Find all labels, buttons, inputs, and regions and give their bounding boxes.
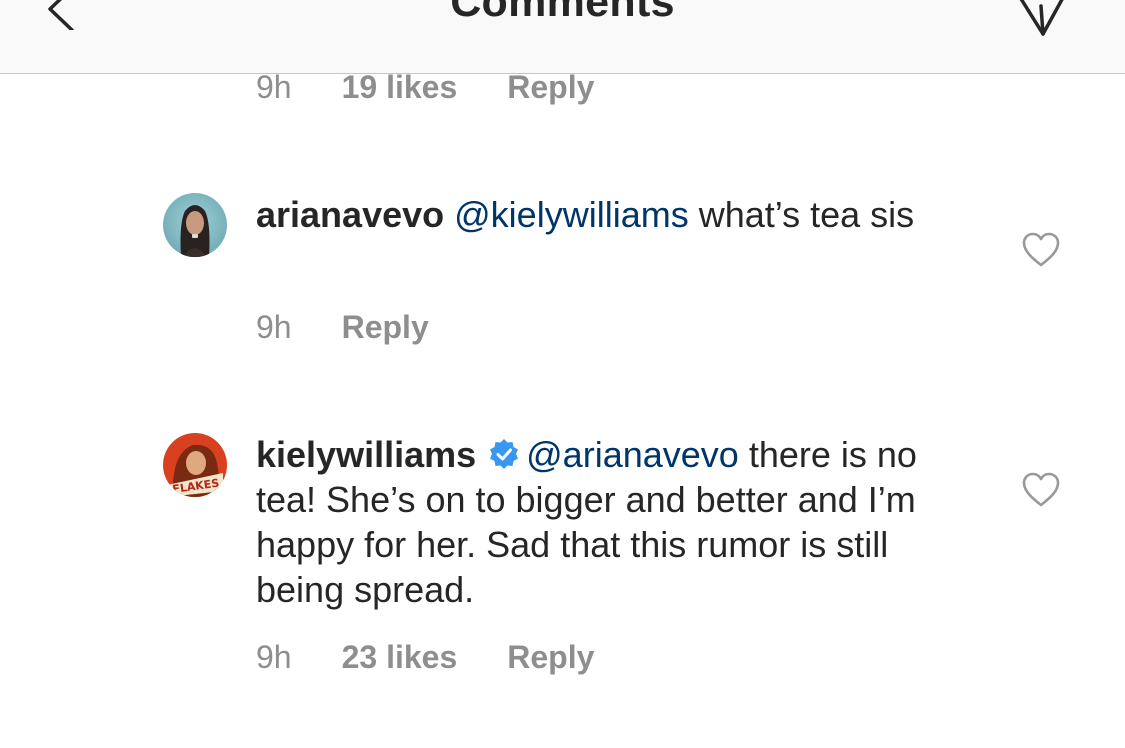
comment-mention[interactable]: @kielywilliams	[454, 194, 689, 235]
comment-time: 9h	[256, 68, 292, 105]
comment-username[interactable]: kielywilliams	[256, 434, 476, 475]
comment-body: kielywilliams @arianavevo there is no te…	[256, 432, 956, 612]
comment-body: arianavevo @kielywilliams what’s tea sis	[256, 192, 956, 237]
comment-likes[interactable]: 23 likes	[342, 639, 458, 676]
comment-likes[interactable]: 19 likes	[342, 69, 458, 106]
share-button[interactable]	[1010, 0, 1070, 38]
comment-mention[interactable]: @arianavevo	[526, 434, 739, 475]
page-title: Comments	[450, 0, 675, 26]
paper-plane-icon	[1019, 0, 1064, 36]
avatar[interactable]: FLAKES	[163, 433, 227, 497]
like-button[interactable]	[1021, 232, 1061, 268]
heart-icon	[1022, 472, 1060, 507]
comment-meta: 9h 23 likes Reply	[256, 637, 594, 677]
reply-button[interactable]: Reply	[342, 309, 429, 346]
heart-icon	[1022, 232, 1060, 267]
comment-time: 9h	[256, 638, 292, 675]
like-button[interactable]	[1021, 472, 1061, 508]
comment-meta: 9h Reply	[256, 307, 429, 347]
reply-button[interactable]: Reply	[507, 639, 594, 676]
avatar[interactable]	[163, 193, 227, 257]
verified-badge-icon	[490, 439, 519, 469]
comment-username[interactable]: arianavevo	[256, 194, 444, 235]
header-bar: Comments	[0, 0, 1125, 74]
comment-time: 9h	[256, 308, 292, 345]
comment-meta-previous: 9h 19 likes Reply	[256, 67, 594, 107]
comment-text: what’s tea sis	[688, 194, 915, 235]
reply-button[interactable]: Reply	[507, 69, 594, 106]
